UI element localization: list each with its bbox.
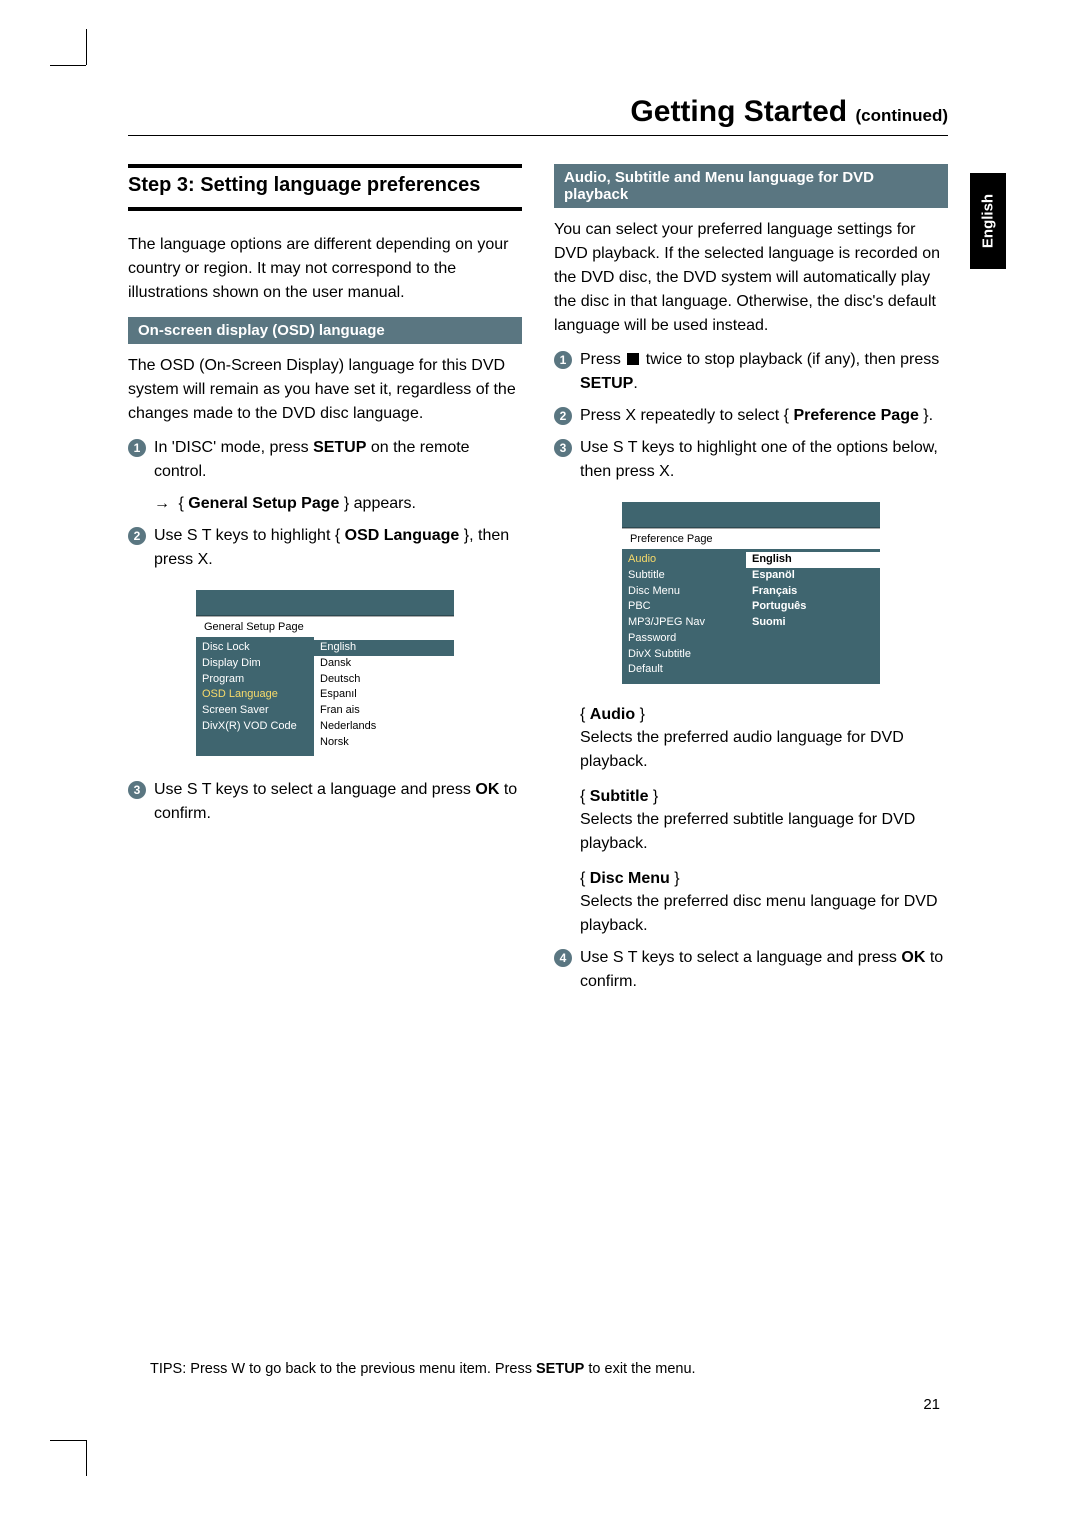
step-number-icon: 1 — [128, 439, 146, 457]
osd-left-item: Display Dim — [202, 656, 308, 672]
step-body: Use S T keys to select a language and pr… — [154, 778, 522, 826]
osd-left-item: PBC — [628, 599, 740, 615]
option-label: Audio — [590, 706, 635, 723]
osd-left-item: Default — [628, 662, 740, 678]
osd-right-list: English Dansk Deutsch Espanıl Fran ais N… — [314, 637, 454, 756]
osd-left-item: Screen Saver — [202, 703, 308, 719]
osd-right-item: Português — [752, 599, 874, 615]
language-tab: English — [970, 173, 1006, 269]
osd-right-item-selected: English — [314, 640, 454, 656]
option-description: Selects the preferred subtitle language … — [580, 808, 948, 856]
osd-topbar — [622, 502, 880, 528]
osd-right-item: Fran ais — [320, 703, 448, 719]
osd-right-item: Suomi — [752, 615, 874, 631]
right-step-4: 4 Use S T keys to select a language and … — [554, 946, 948, 994]
option-label: Subtitle — [590, 788, 649, 805]
osd-right-item: Espanöl — [752, 568, 874, 584]
step-number-icon: 1 — [554, 351, 572, 369]
osd-left-item: Subtitle — [628, 568, 740, 584]
osd-left-list: Audio Subtitle Disc Menu PBC MP3/JPEG Na… — [622, 549, 746, 684]
osd-preference-mockup: Preference Page Audio Subtitle Disc Menu… — [622, 502, 880, 684]
osd-left-list: Disc Lock Display Dim Program OSD Langua… — [196, 637, 314, 756]
page-title-row: Getting Started (continued) — [128, 95, 948, 136]
left-step-1-result: → { General Setup Page } appears. — [154, 492, 522, 516]
osd-left-item: Password — [628, 631, 740, 647]
osd-paragraph: The OSD (On-Screen Display) language for… — [128, 354, 522, 426]
osd-right-item: Dansk — [320, 656, 448, 672]
osd-right-item: Espanıl — [320, 687, 448, 703]
left-step-1: 1 In 'DISC' mode, press SETUP on the rem… — [128, 436, 522, 484]
left-column: Step 3: Setting language preferences The… — [128, 164, 522, 1002]
option-label: Disc Menu — [590, 870, 670, 887]
osd-left-item: DivX Subtitle — [628, 647, 740, 663]
osd-left-item: Disc Menu — [628, 584, 740, 600]
option-disc-menu: { Disc Menu } Selects the preferred disc… — [580, 870, 948, 938]
left-step-3: 3 Use S T keys to select a language and … — [128, 778, 522, 826]
osd-left-item: DivX(R) VOD Code — [202, 719, 308, 735]
option-description: Selects the preferred audio language for… — [580, 726, 948, 774]
step-number-icon: 2 — [128, 527, 146, 545]
right-step-3: 3 Use S T keys to highlight one of the o… — [554, 436, 948, 484]
osd-left-item: Program — [202, 672, 308, 688]
intro-text: The language options are different depen… — [128, 233, 522, 305]
tips-footer: TIPS: Press W to go back to the previous… — [150, 1361, 926, 1377]
step-body: Use S T keys to highlight { OSD Language… — [154, 524, 522, 572]
page-title: Getting Started (continued) — [128, 95, 948, 129]
step-number-icon: 3 — [554, 439, 572, 457]
osd-title: Preference Page — [622, 528, 880, 549]
arrow-icon: → — [154, 495, 170, 512]
osd-general-setup-mockup: General Setup Page Disc Lock Display Dim… — [196, 590, 454, 756]
osd-right-list: English Espanöl Français Português Suomi — [746, 549, 880, 684]
osd-left-item-selected: OSD Language — [202, 687, 308, 703]
osd-right-item: Norsk — [320, 735, 448, 751]
step-body: Use S T keys to select a language and pr… — [580, 946, 948, 994]
osd-left-item-selected: Audio — [628, 552, 740, 568]
right-step-1: 1 Press twice to stop playback (if any),… — [554, 348, 948, 396]
step-body: In 'DISC' mode, press SETUP on the remot… — [154, 436, 522, 484]
osd-title: General Setup Page — [196, 616, 454, 637]
osd-topbar — [196, 590, 454, 616]
audio-subtitle-subheading: Audio, Subtitle and Menu language for DV… — [554, 164, 948, 208]
osd-left-item: Disc Lock — [202, 640, 308, 656]
right-step-2: 2 Press X repeatedly to select { Prefere… — [554, 404, 948, 428]
right-column: Audio, Subtitle and Menu language for DV… — [554, 164, 948, 1002]
option-subtitle: { Subtitle } Selects the preferred subti… — [580, 788, 948, 856]
step-heading: Step 3: Setting language preferences — [128, 164, 522, 211]
right-paragraph: You can select your preferred language s… — [554, 218, 948, 338]
osd-right-item: Nederlands — [320, 719, 448, 735]
osd-right-item: Français — [752, 584, 874, 600]
osd-right-item: Deutsch — [320, 672, 448, 688]
osd-left-item: MP3/JPEG Nav — [628, 615, 740, 631]
step-number-icon: 3 — [128, 781, 146, 799]
page-title-continued: (continued) — [855, 106, 948, 125]
stop-icon — [627, 353, 639, 365]
language-tab-label: English — [980, 194, 997, 248]
option-audio: { Audio } Selects the preferred audio la… — [580, 706, 948, 774]
step-body: Use S T keys to highlight one of the opt… — [580, 436, 948, 484]
step-body: Press X repeatedly to select { Preferenc… — [580, 404, 948, 428]
osd-subheading: On-screen display (OSD) language — [128, 317, 522, 344]
manual-page: English Getting Started (continued) Step… — [128, 95, 948, 1435]
step-number-icon: 4 — [554, 949, 572, 967]
step-body: Press twice to stop playback (if any), t… — [580, 348, 948, 396]
osd-right-item-selected: English — [746, 552, 880, 568]
left-step-2: 2 Use S T keys to highlight { OSD Langua… — [128, 524, 522, 572]
option-description: Selects the preferred disc menu language… — [580, 890, 948, 938]
step-number-icon: 2 — [554, 407, 572, 425]
page-number: 21 — [923, 1396, 940, 1413]
page-title-text: Getting Started — [630, 95, 847, 128]
